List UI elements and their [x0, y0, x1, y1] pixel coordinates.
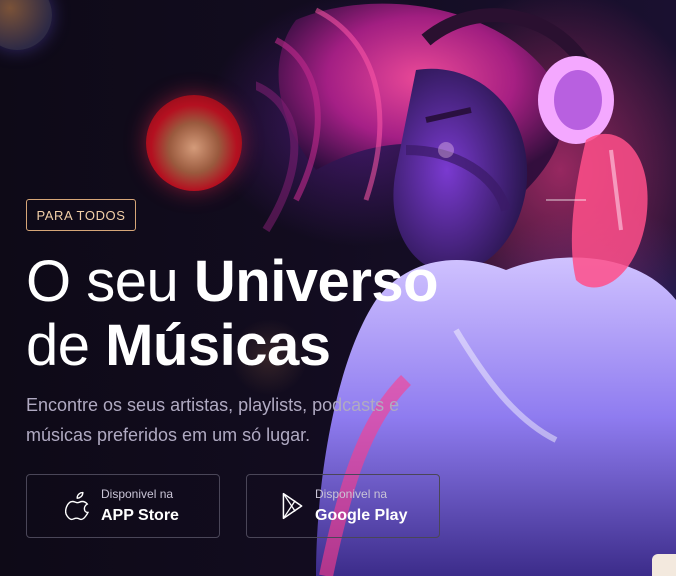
- google-play-button[interactable]: Disponivel na Google Play: [246, 474, 440, 538]
- app-store-label: APP Store: [101, 506, 179, 524]
- apple-icon: [65, 491, 90, 521]
- hero-headline: O seu Universo de Músicas: [26, 249, 439, 378]
- artist-avatar-featured: [146, 95, 242, 191]
- hero-subtitle: Encontre os seus artistas, playlists, po…: [26, 395, 400, 445]
- app-store-caption: Disponivel na: [101, 486, 174, 501]
- app-store-button[interactable]: Disponivel na APP Store: [26, 474, 220, 538]
- google-play-label: Google Play: [315, 506, 408, 524]
- headline-line2-bold: Músicas: [105, 313, 331, 378]
- corner-widget[interactable]: [652, 554, 676, 576]
- google-play-icon: [282, 492, 303, 520]
- headline-line2-light: de: [26, 313, 90, 378]
- audience-tag: PARA TODOS: [26, 199, 136, 231]
- google-play-text: Disponivel na Google Play: [315, 486, 407, 527]
- headline-line1-bold: Universo: [193, 249, 439, 314]
- google-play-caption: Disponivel na: [315, 486, 388, 501]
- app-store-text: Disponivel na APP Store: [101, 486, 179, 527]
- headline-line1-light: O seu: [26, 249, 179, 314]
